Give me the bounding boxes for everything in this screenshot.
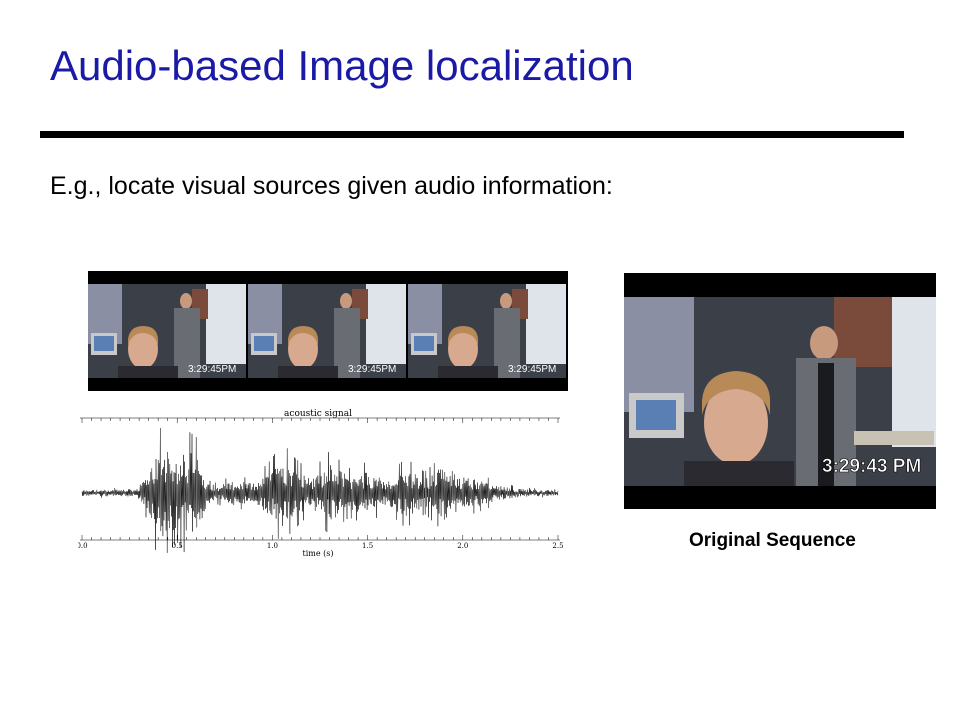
background-person xyxy=(810,326,838,360)
strip-timestamp: 3:29:45PM xyxy=(188,364,236,375)
desk-equipment xyxy=(854,431,934,445)
x-tick-label: 0.0 xyxy=(78,542,88,550)
original-sequence-frame: 3:29:43 PM xyxy=(624,273,936,509)
video-frame-thumbnail: 3:29:45PM xyxy=(248,284,406,378)
x-tick-label: 0.5 xyxy=(172,542,183,550)
main-timestamp: 3:29:43 PM xyxy=(822,456,921,477)
x-tick-label: 2.5 xyxy=(552,542,563,550)
original-sequence-caption: Original Sequence xyxy=(689,530,856,551)
chart-xlabel: time (s) xyxy=(303,549,334,558)
chart-title: acoustic signal xyxy=(284,409,352,419)
acoustic-signal-chart: acoustic signal 0.0 0.5 1.0 1.5 2.0 2.5 time … xyxy=(78,409,564,558)
video-frame-thumbnail: 3:29:45PM xyxy=(408,284,566,378)
waveform-series xyxy=(81,428,559,553)
slide-title: Audio-based Image localization xyxy=(50,42,634,89)
window-blinds xyxy=(892,297,936,447)
video-frame-thumbnail: 3:29:45PM xyxy=(88,284,246,378)
x-tick-label: 1.0 xyxy=(267,542,278,550)
bookshelf xyxy=(834,297,894,367)
x-tick-label: 2.0 xyxy=(457,542,468,550)
waveform-line xyxy=(81,428,559,553)
title-divider xyxy=(40,131,904,138)
bullet-text: E.g., locate visual sources given audio … xyxy=(50,172,613,200)
video-frame-strip: 3:29:45PM 3:29:45PM 3:29:45PM xyxy=(88,271,568,391)
x-tick-label: 1.5 xyxy=(362,542,373,550)
strip-timestamp: 3:29:45PM xyxy=(508,364,556,375)
strip-timestamp: 3:29:45PM xyxy=(348,364,396,375)
